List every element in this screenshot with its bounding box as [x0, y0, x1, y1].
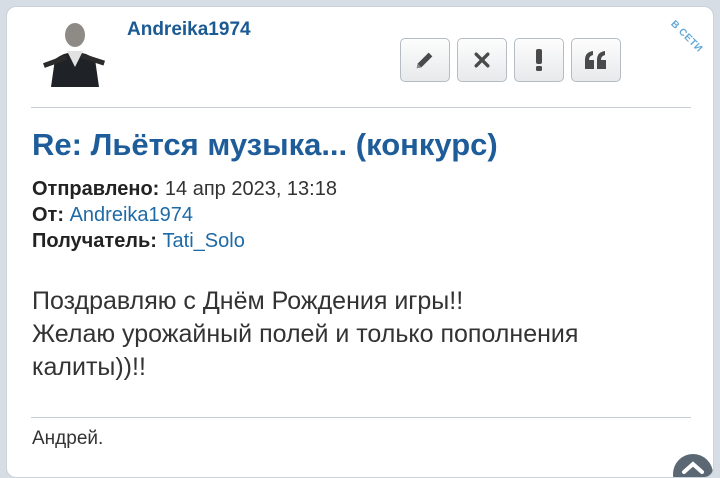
delete-button[interactable]	[457, 38, 507, 82]
close-icon	[474, 52, 490, 68]
post-body-line: Поздравляю с Днём Рождения игры!!	[32, 287, 464, 315]
pencil-icon	[416, 52, 433, 69]
online-badge: В СЕТИ	[640, 7, 713, 83]
meta-from-link[interactable]: Andreika1974	[70, 204, 193, 226]
meta-to-link[interactable]: Tati_Solo	[163, 230, 245, 252]
meta-from-label: От:	[32, 204, 65, 226]
meta-to: Получатель: Tati_Solo	[32, 228, 337, 254]
meta-sent-value: 14 апр 2023, 13:18	[164, 178, 337, 200]
header-divider	[31, 107, 691, 108]
scroll-top-button[interactable]	[673, 454, 713, 477]
post-meta: Отправлено: 14 апр 2023, 13:18 От: Andre…	[32, 176, 337, 254]
post-signature: Андрей.	[32, 428, 104, 449]
author-username[interactable]: Andreika1974	[127, 19, 251, 41]
signature-divider	[31, 417, 691, 418]
post-card: Andreika1974 В СЕТИ Re: Льётся музыка...…	[6, 6, 714, 478]
edit-button[interactable]	[400, 38, 450, 82]
meta-sent: Отправлено: 14 апр 2023, 13:18	[32, 176, 337, 202]
meta-sent-label: Отправлено:	[32, 178, 160, 200]
quote-button[interactable]	[571, 38, 621, 82]
meta-from: От: Andreika1974	[32, 202, 337, 228]
post-body-line: калиты))!!	[32, 353, 146, 381]
post-title[interactable]: Re: Льётся музыка... (конкурс)	[32, 127, 498, 163]
exclamation-icon	[536, 49, 542, 71]
avatar[interactable]	[41, 21, 107, 87]
quote-icon	[585, 51, 606, 69]
post-body-line: Желаю урожайный полей и только пополнени…	[32, 320, 579, 348]
chevron-up-icon	[682, 461, 704, 474]
avatar-image	[41, 21, 107, 87]
meta-to-label: Получатель:	[32, 230, 157, 252]
post-body: Поздравляю с Днём Рождения игры!! Желаю …	[32, 285, 672, 384]
report-button[interactable]	[514, 38, 564, 82]
post-toolbar	[400, 38, 621, 82]
